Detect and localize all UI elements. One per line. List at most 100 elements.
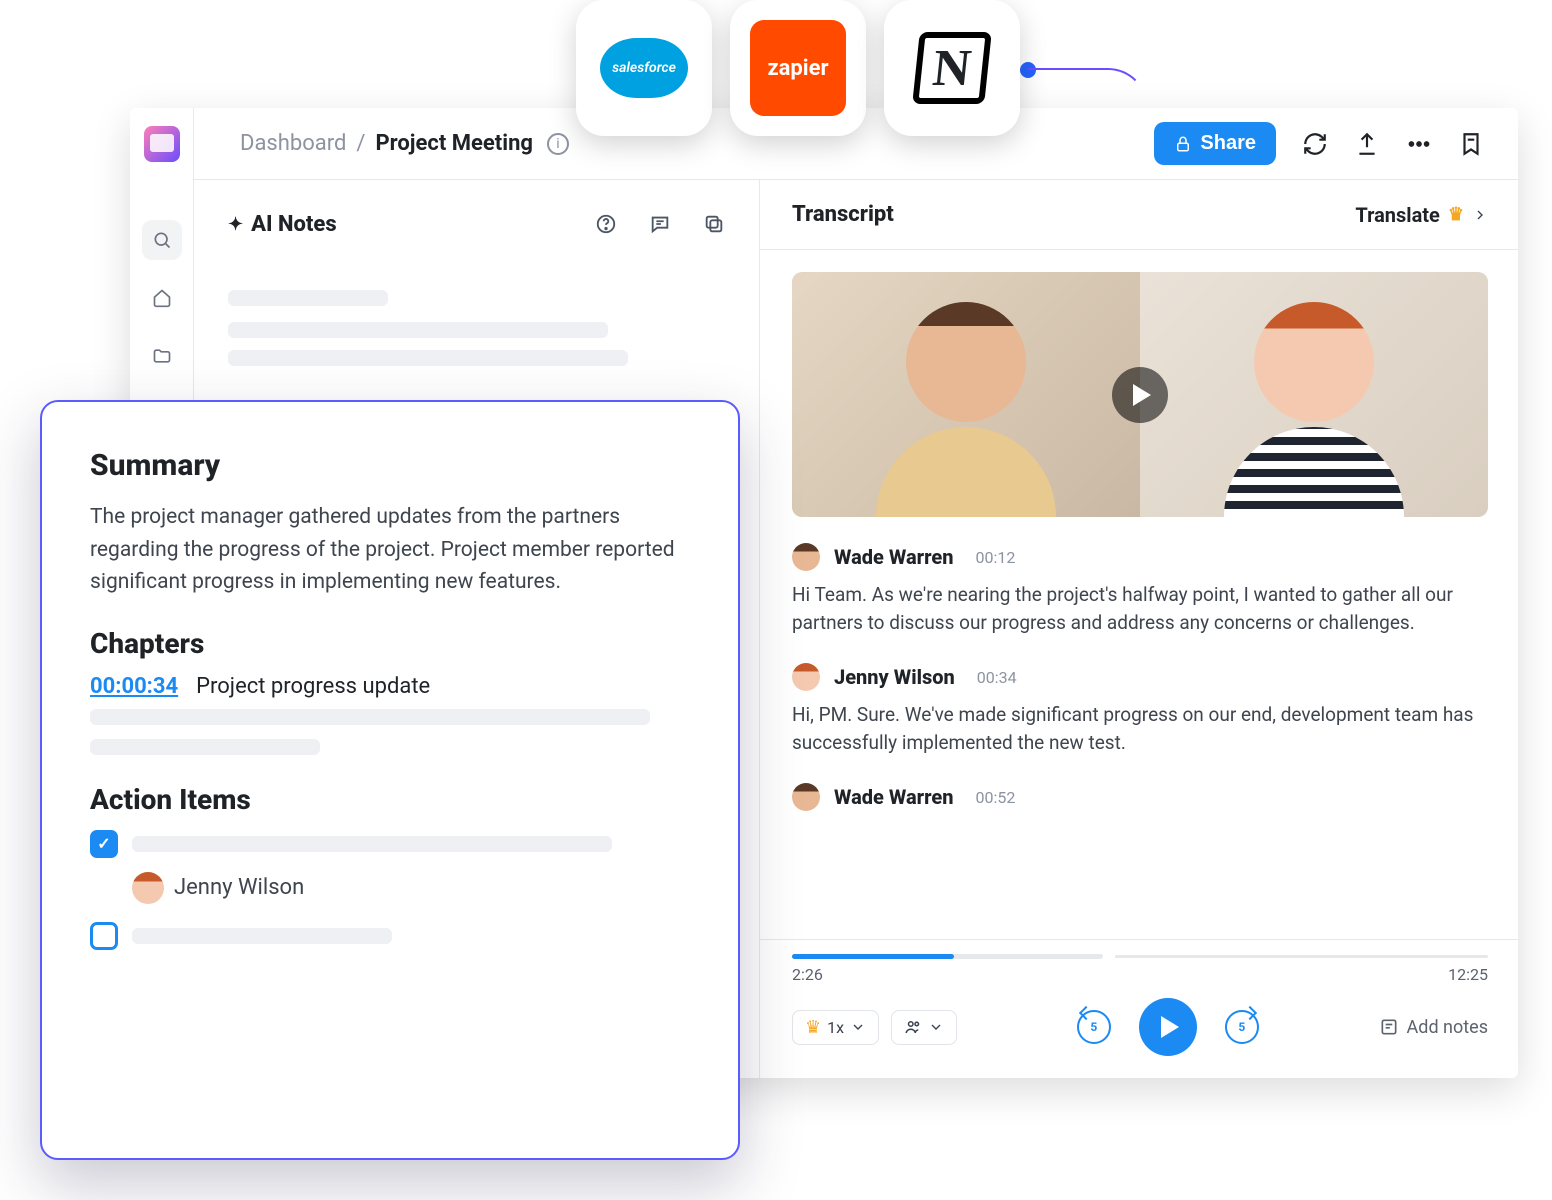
checkbox-unchecked[interactable]	[90, 922, 118, 950]
summary-text: The project manager gathered updates fro…	[90, 501, 690, 599]
skeleton-line	[90, 709, 650, 725]
breadcrumb: Dashboard / Project Meeting i	[240, 131, 569, 156]
speed-label: 1x	[827, 1018, 844, 1037]
forward-5-button[interactable]: 5	[1225, 1010, 1259, 1044]
speaker-name: Wade Warren	[834, 545, 953, 569]
avatar	[132, 872, 164, 904]
avatar	[792, 663, 820, 691]
play-button[interactable]	[1139, 998, 1197, 1056]
integration-tiles: salesforce zapier N	[576, 0, 1020, 136]
export-icon[interactable]	[1354, 131, 1380, 157]
breadcrumb-separator: /	[356, 131, 365, 156]
app-logo[interactable]	[144, 126, 180, 162]
add-notes-button[interactable]: Add notes	[1379, 1017, 1488, 1038]
audio-player: 2:26 12:25 ♛ 1x	[760, 939, 1518, 1078]
transcript-header: Transcript Translate ♛	[760, 180, 1518, 250]
skeleton-line	[228, 290, 388, 306]
refresh-icon[interactable]	[1302, 131, 1328, 157]
skeleton-line	[90, 739, 320, 755]
translate-label: Translate	[1355, 203, 1439, 227]
ai-notes-title: AI Notes	[251, 212, 337, 237]
avatar	[792, 543, 820, 571]
summary-popover: Summary The project manager gathered upd…	[40, 400, 740, 1160]
skeleton-line	[132, 928, 392, 944]
copy-icon[interactable]	[703, 213, 725, 235]
entry-time[interactable]: 00:52	[975, 788, 1015, 807]
rewind-5-button[interactable]: 5	[1077, 1010, 1111, 1044]
chat-icon[interactable]	[649, 213, 671, 235]
folder-icon	[152, 346, 172, 366]
chapters-heading: Chapters	[90, 627, 690, 660]
chapter-title: Project progress update	[196, 674, 430, 699]
note-icon	[1379, 1017, 1399, 1037]
breadcrumb-root[interactable]: Dashboard	[240, 131, 346, 156]
connector-path	[1028, 68, 1148, 118]
video-participant-2	[1140, 272, 1488, 517]
skeleton-line	[228, 322, 608, 338]
transcript-body: Wade Warren 00:12 Hi Team. As we're near…	[760, 250, 1518, 921]
chevron-right-icon	[1472, 207, 1488, 223]
rail-search[interactable]	[142, 220, 182, 260]
speed-chip[interactable]: ♛ 1x	[792, 1010, 879, 1045]
assignee-name: Jenny Wilson	[174, 875, 304, 900]
share-label: Share	[1200, 132, 1256, 155]
bookmark-icon[interactable]	[1458, 131, 1484, 157]
transcript-title: Transcript	[792, 202, 894, 227]
transcript-entry: Wade Warren 00:12 Hi Team. As we're near…	[792, 543, 1488, 637]
more-icon[interactable]	[1406, 131, 1432, 157]
integration-salesforce: salesforce	[576, 0, 712, 136]
avatar	[792, 783, 820, 811]
action-item	[90, 830, 690, 858]
chapter-timestamp[interactable]: 00:00:34	[90, 674, 178, 699]
chapter-row: 00:00:34 Project progress update	[90, 674, 690, 699]
video-participant-1	[792, 272, 1140, 517]
sparkle-icon: ✦	[228, 214, 243, 235]
entry-time[interactable]: 00:12	[975, 548, 1015, 567]
transcript-entry: Jenny Wilson 00:34 Hi, PM. Sure. We've m…	[792, 663, 1488, 757]
entry-time[interactable]: 00:34	[977, 668, 1017, 687]
chevron-down-icon	[850, 1019, 866, 1035]
speakers-chip[interactable]	[891, 1010, 957, 1045]
crown-icon: ♛	[805, 1017, 821, 1038]
progress-track[interactable]	[792, 954, 1488, 959]
action-items-heading: Action Items	[90, 783, 690, 816]
skeleton-line	[228, 350, 628, 366]
share-button[interactable]: Share	[1154, 122, 1276, 165]
topbar-actions: Share	[1154, 122, 1484, 165]
integration-zapier: zapier	[730, 0, 866, 136]
speaker-name: Wade Warren	[834, 785, 953, 809]
home-icon	[152, 288, 172, 308]
users-icon	[904, 1018, 922, 1036]
add-notes-label: Add notes	[1407, 1017, 1488, 1038]
zapier-icon: zapier	[750, 20, 846, 116]
video-thumbnail[interactable]	[792, 272, 1488, 517]
ai-notes-header: ✦ AI Notes	[228, 198, 725, 250]
utterance: Hi Team. As we're nearing the project's …	[792, 581, 1488, 637]
breadcrumb-current: Project Meeting	[375, 131, 533, 156]
action-item-assignee: Jenny Wilson	[132, 872, 690, 904]
progress-bar-played[interactable]	[792, 954, 1103, 959]
crown-icon: ♛	[1448, 204, 1464, 225]
info-icon[interactable]: i	[547, 133, 569, 155]
help-icon[interactable]	[595, 213, 617, 235]
time-elapsed: 2:26	[792, 965, 823, 984]
transcript-panel: Transcript Translate ♛	[760, 180, 1518, 1078]
rail-folder[interactable]	[142, 336, 182, 376]
action-item	[90, 922, 690, 950]
utterance: Hi, PM. Sure. We've made significant pro…	[792, 701, 1488, 757]
salesforce-icon: salesforce	[600, 38, 688, 98]
checkbox-checked[interactable]	[90, 830, 118, 858]
lock-icon	[1174, 135, 1192, 153]
speaker-name: Jenny Wilson	[834, 665, 955, 689]
search-icon	[152, 230, 172, 250]
progress-bar-remaining[interactable]	[1115, 955, 1488, 958]
skeleton-line	[132, 836, 612, 852]
notion-icon: N	[912, 32, 992, 104]
chevron-down-icon	[928, 1019, 944, 1035]
rail-home[interactable]	[142, 278, 182, 318]
time-total: 12:25	[1448, 965, 1488, 984]
summary-heading: Summary	[90, 448, 690, 483]
transcript-entry: Wade Warren 00:52	[792, 783, 1488, 811]
translate-button[interactable]: Translate ♛	[1355, 203, 1488, 227]
play-overlay-icon[interactable]	[1112, 367, 1168, 423]
